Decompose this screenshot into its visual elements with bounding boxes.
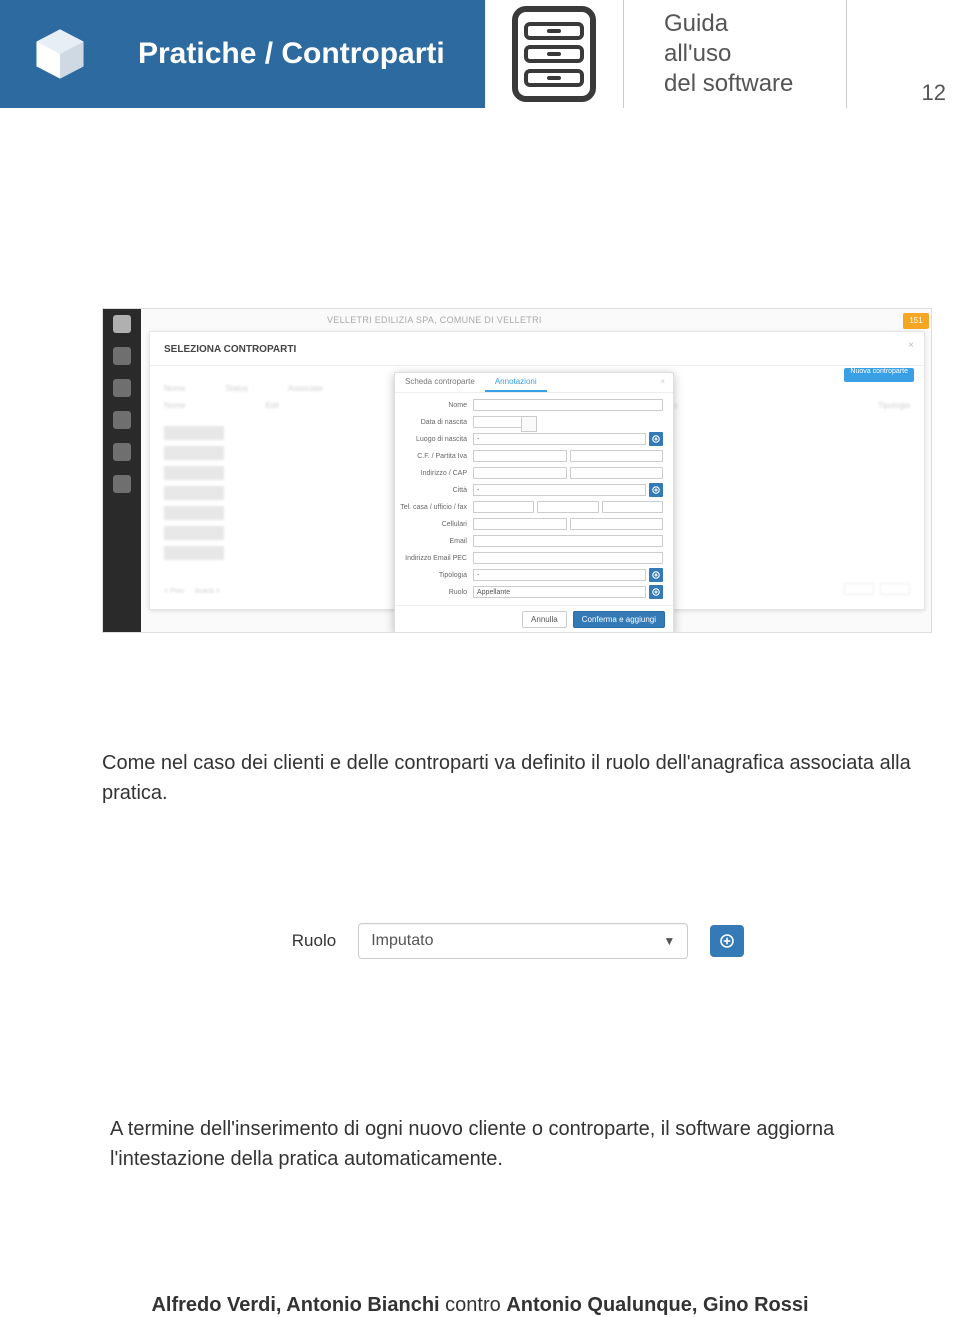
guide-line: del software [664,69,846,99]
cancel-button[interactable]: Annulla [522,611,567,628]
label-email: Email [395,538,473,545]
tel-uff-field[interactable] [537,501,598,513]
add-button[interactable] [649,568,663,582]
notify-badge[interactable]: 151 [903,313,929,329]
tab-scheda[interactable]: Scheda controparte [395,373,485,392]
tab-annotazioni[interactable]: Annotazioni [485,373,547,392]
label-tel: Tel. casa / ufficio / fax [395,504,473,511]
logo-block [0,0,120,108]
breadcrumb-blur: VELLETRI EDILIZIA SPA, COMUNE DI VELLETR… [141,309,661,331]
cabinet-block [485,0,623,108]
label-indirizzo: Indirizzo / CAP [395,470,473,477]
citta-select[interactable]: - [473,484,646,496]
paragraph: A termine dell'inserimento di ogni nuovo… [110,1114,934,1174]
new-controparte-button[interactable]: Nuova controparte [844,368,914,382]
add-ruolo-button[interactable] [710,925,744,957]
guide-line: all'uso [664,39,846,69]
label-data-nascita: Data di nascita [395,419,473,426]
vs-label: contro [445,1294,501,1316]
sidebar-icon[interactable] [113,315,131,333]
label-ruolo: Ruolo [395,589,473,596]
tel-casa-field[interactable] [473,501,534,513]
close-icon[interactable]: × [908,340,914,351]
cabinet-icon [512,6,596,102]
add-button[interactable] [649,483,663,497]
label-nome: Nome [395,402,473,409]
ruolo-value: Imputato [371,932,433,950]
label-citta: Città [395,487,473,494]
ruolo-select[interactable]: Imputato ▼ [358,923,688,959]
panel-toolbar: Nuova controparte [844,368,914,382]
luogo-nascita-select[interactable]: - [473,433,646,445]
page-header: Pratiche / Controparti Guida all'uso del… [0,0,960,108]
tipologia-select[interactable]: - [473,569,646,581]
sidebar-icon[interactable] [113,475,131,493]
ruolo-label: Ruolo [292,931,336,951]
indirizzo-field[interactable] [473,467,567,479]
fax-field[interactable] [602,501,663,513]
pec-field[interactable] [473,552,663,564]
cell2-field[interactable] [570,518,664,530]
nome-field[interactable] [473,399,663,411]
label-cell: Cellulari [395,521,473,528]
chevron-down-icon: ▼ [663,934,675,948]
guide-block: Guida all'uso del software [623,0,847,108]
guide-line: Guida [664,9,846,39]
app-sidebar [103,309,141,632]
paragraph: Come nel caso dei clienti e delle contro… [102,748,934,808]
confirm-button[interactable]: Conferma e aggiungi [573,611,665,628]
label-pec: Indirizzo Email PEC [395,555,473,562]
sidebar-icon[interactable] [113,411,131,429]
piva-field[interactable] [570,450,664,462]
sidebar-icon[interactable] [113,443,131,461]
data-nascita-field[interactable] [473,416,523,428]
party-a: Alfredo Verdi, Antonio Bianchi [151,1294,439,1316]
panel-title: SELEZIONA CONTROPARTI [150,332,924,366]
label-tipologia: Tipologia [395,572,473,579]
select-controparti-panel: SELEZIONA CONTROPARTI × Nuova contropart… [149,331,925,610]
modal-footer: Annulla Conferma e aggiungi [395,605,673,633]
modal-body: Nome Data di nascita Luogo di nascita- C… [395,393,673,605]
sidebar-icon[interactable] [113,347,131,365]
modal-tabs: Scheda controparte Annotazioni × [395,373,673,393]
cap-field[interactable] [570,467,664,479]
cell1-field[interactable] [473,518,567,530]
cube-icon [32,26,88,82]
scheda-controparte-modal: Scheda controparte Annotazioni × Nome Da… [394,372,674,633]
app-screenshot: VELLETRI EDILIZIA SPA, COMUNE DI VELLETR… [102,308,932,633]
page-number: 12 [847,0,960,108]
title-block: Pratiche / Controparti [120,0,485,108]
ruolo-detail: Ruolo Imputato ▼ [102,923,934,959]
close-icon[interactable]: × [652,373,673,392]
add-button[interactable] [649,432,663,446]
email-field[interactable] [473,535,663,547]
add-button[interactable] [649,585,663,599]
page-title: Pratiche / Controparti [138,37,445,71]
sidebar-icon[interactable] [113,379,131,397]
label-cf: C.F. / Partita Iva [395,453,473,460]
ruolo-select[interactable]: Appellante [473,586,646,598]
label-luogo-nascita: Luogo di nascita [395,436,473,443]
case-parties: Alfredo Verdi, Antonio Bianchi contro An… [0,1294,960,1317]
party-b: Antonio Qualunque, Gino Rossi [506,1294,808,1316]
cf-field[interactable] [473,450,567,462]
